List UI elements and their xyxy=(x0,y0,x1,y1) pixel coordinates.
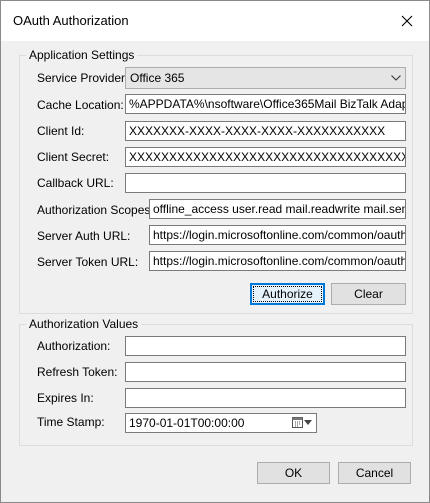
service-provider-value: Office 365 xyxy=(130,71,185,85)
refresh-token-label: Refresh Token: xyxy=(37,365,118,379)
close-button[interactable] xyxy=(385,1,429,41)
time-stamp-value: 1970-01-01T00:00:00 xyxy=(129,416,245,430)
close-icon xyxy=(401,15,413,27)
service-provider-select[interactable]: Office 365 xyxy=(125,67,406,89)
refresh-token-input[interactable] xyxy=(125,362,406,382)
authorization-values-legend: Authorization Values xyxy=(26,317,142,331)
time-stamp-picker[interactable]: 1970-01-01T00:00:00 xyxy=(125,413,317,433)
calendar-icon xyxy=(292,417,303,428)
chevron-down-icon xyxy=(391,75,401,81)
cancel-button-label: Cancel xyxy=(355,466,394,480)
authorize-focus-rect xyxy=(253,286,322,302)
client-secret-input[interactable]: XXXXXXXXXXXXXXXXXXXXXXXXXXXXXXXXXXX xyxy=(125,147,406,167)
callback-url-input[interactable] xyxy=(125,173,406,193)
title-bar: OAuth Authorization xyxy=(1,1,429,41)
oauth-dialog: OAuth Authorization Application Settings… xyxy=(0,0,430,503)
client-id-input[interactable]: XXXXXXX-XXXX-XXXX-XXXX-XXXXXXXXXXX xyxy=(125,121,406,141)
auth-scopes-input[interactable]: offline_access user.read mail.readwrite … xyxy=(149,199,406,219)
client-id-label: Client Id: xyxy=(37,124,85,138)
expires-in-label: Expires In: xyxy=(37,391,94,405)
application-settings-legend: Application Settings xyxy=(26,48,138,62)
cancel-button[interactable]: Cancel xyxy=(338,462,411,484)
cache-location-label: Cache Location: xyxy=(37,98,124,112)
server-token-url-label: Server Token URL: xyxy=(37,255,139,269)
server-token-url-input[interactable]: https://login.microsoftonline.com/common… xyxy=(149,251,406,271)
authorization-input[interactable] xyxy=(125,336,406,356)
server-auth-url-input[interactable]: https://login.microsoftonline.com/common… xyxy=(149,225,406,245)
window-title: OAuth Authorization xyxy=(13,13,129,28)
service-provider-label: Service Provider: xyxy=(37,71,129,85)
time-stamp-label: Time Stamp: xyxy=(37,415,105,429)
clear-button[interactable]: Clear xyxy=(331,283,406,305)
clear-button-label: Clear xyxy=(354,287,383,301)
ok-button[interactable]: OK xyxy=(257,462,330,484)
auth-scopes-label: Authorization Scopes: xyxy=(37,203,154,217)
server-auth-url-label: Server Auth URL: xyxy=(37,229,131,243)
client-secret-label: Client Secret: xyxy=(37,150,110,164)
ok-button-label: OK xyxy=(284,466,303,480)
cache-location-input[interactable]: %APPDATA%\nsoftware\Office365Mail BizTal… xyxy=(125,94,406,114)
authorize-button[interactable]: Authorize xyxy=(250,283,325,305)
authorization-label: Authorization: xyxy=(37,339,111,353)
expires-in-input[interactable] xyxy=(125,388,406,408)
callback-url-label: Callback URL: xyxy=(37,176,114,190)
calendar-dropdown-button[interactable] xyxy=(292,416,312,428)
chevron-down-icon xyxy=(304,419,312,425)
